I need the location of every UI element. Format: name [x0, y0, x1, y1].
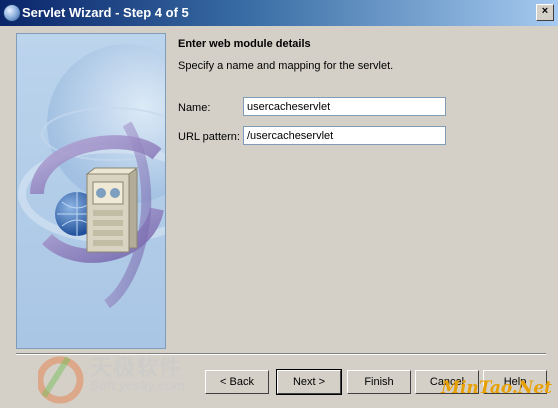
finish-button[interactable]: Finish — [347, 370, 411, 394]
cancel-button[interactable]: Cancel — [415, 370, 479, 394]
step-description: Specify a name and mapping for the servl… — [178, 60, 394, 72]
next-button[interactable]: Next > — [276, 369, 342, 395]
help-button[interactable]: Help — [483, 370, 547, 394]
url-pattern-label: URL pattern: — [178, 131, 240, 143]
window-title: Servlet Wizard - Step 4 of 5 — [22, 5, 189, 20]
watermark-en-text: Soft.yesky.com — [90, 378, 185, 393]
button-separator — [16, 353, 546, 355]
title-bar: Servlet Wizard - Step 4 of 5 × — [0, 0, 558, 26]
server-globe-illustration — [18, 44, 165, 309]
servlet-wizard-window: Servlet Wizard - Step 4 of 5 × Enter web… — [0, 0, 558, 408]
close-icon[interactable]: × — [536, 4, 554, 21]
url-pattern-field[interactable] — [243, 126, 446, 145]
wizard-illustration-panel — [16, 33, 166, 349]
site-watermark-logo: 天极软件 Soft.yesky.com — [38, 350, 208, 408]
step-heading: Enter web module details — [178, 38, 311, 50]
name-field[interactable] — [243, 97, 446, 116]
app-icon — [3, 4, 21, 22]
name-label: Name: — [178, 102, 211, 114]
back-button[interactable]: < Back — [205, 370, 269, 394]
